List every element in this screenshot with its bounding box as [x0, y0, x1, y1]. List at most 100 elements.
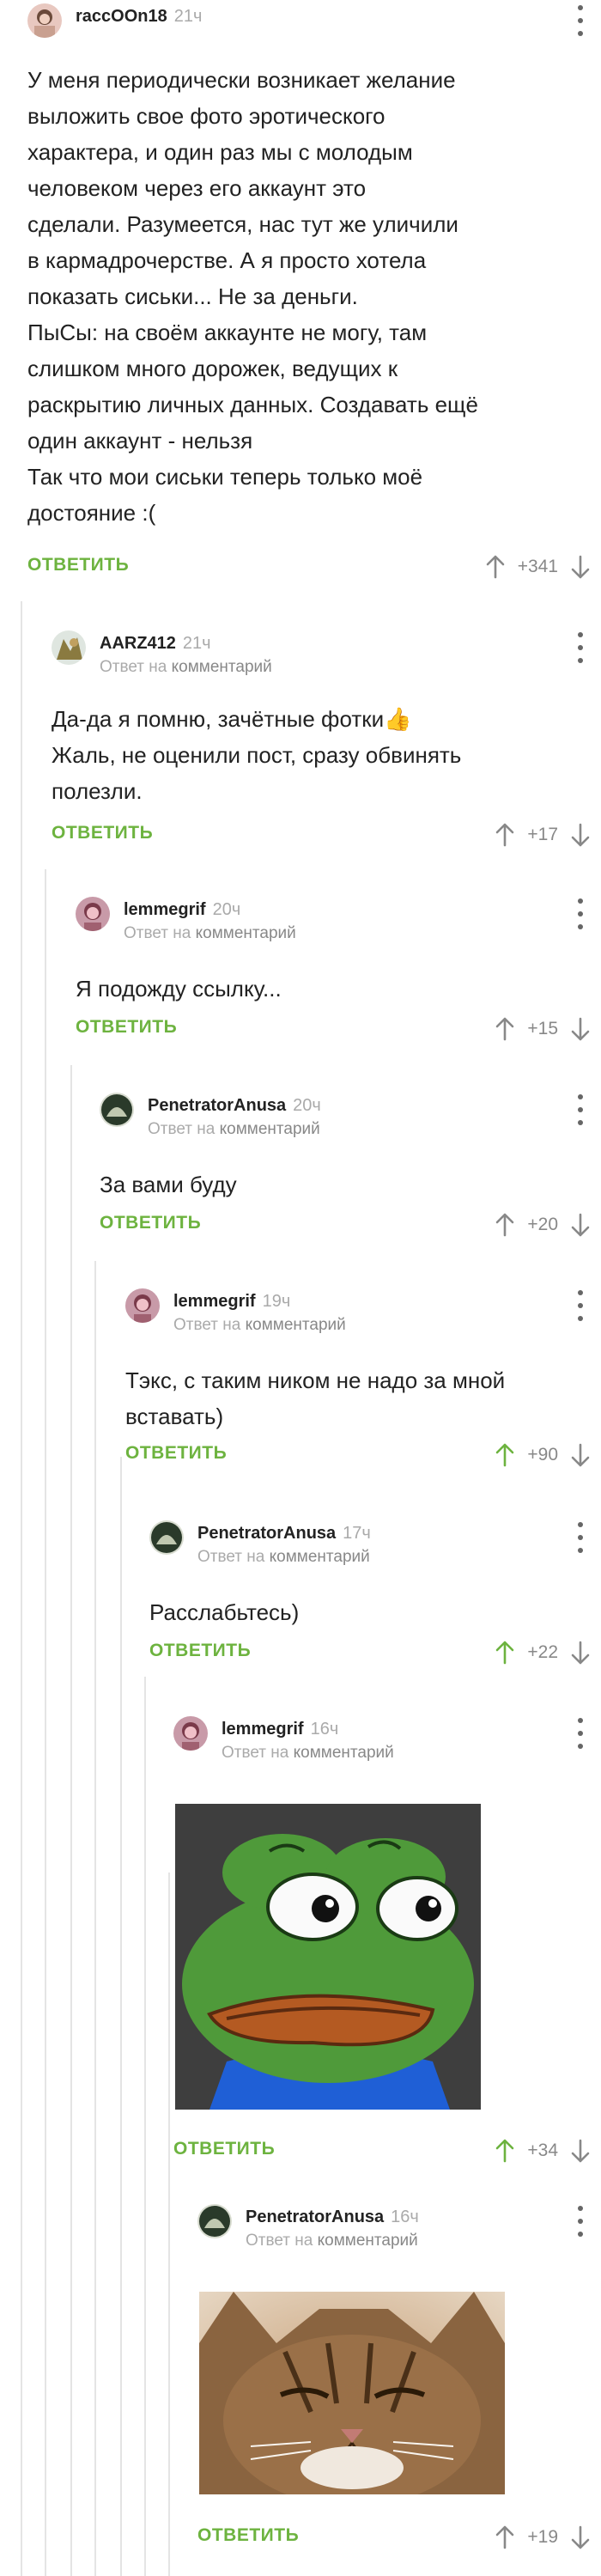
more-options-icon[interactable] [574, 5, 587, 36]
more-options-icon[interactable] [574, 1094, 587, 1125]
rating: +34 [527, 2141, 558, 2160]
more-options-icon[interactable] [574, 632, 587, 663]
more-options-icon[interactable] [574, 1718, 587, 1749]
reply-button[interactable]: ОТВЕТИТЬ [173, 2139, 275, 2159]
comment: AARZ412 21ч Ответ на комментарий Да-да я … [52, 627, 601, 850]
timestamp: 16ч [310, 1720, 339, 1739]
comment: PenetratorAnusa 17ч Ответ на комментарий … [149, 1517, 601, 1680]
timestamp: 20ч [212, 900, 241, 919]
more-options-icon[interactable] [574, 898, 587, 929]
parent-comment-link[interactable]: комментарий [196, 924, 296, 942]
comment-text: Я подожду ссылку... [76, 976, 282, 1002]
comment-text: У меня периодически возникает желание выл… [27, 67, 478, 526]
parent-comment-link[interactable]: комментарий [172, 658, 272, 676]
comment: PenetratorAnusa 20ч Ответ на комментарий … [100, 1089, 601, 1252]
downvote-icon[interactable] [570, 555, 591, 579]
comment-text: Тэкс, с таким ником не надо за мной встав… [125, 1367, 506, 1429]
username[interactable]: raccOOn18 21ч [76, 7, 202, 27]
timestamp: 21ч [182, 634, 211, 653]
avatar[interactable] [173, 1716, 208, 1751]
username[interactable]: lemmegrif 20ч [124, 900, 240, 920]
comment: raccOOn18 21ч У меня периодически возника… [27, 0, 601, 601]
upvote-icon[interactable] [495, 823, 515, 847]
upvote-icon[interactable] [495, 1443, 515, 1467]
reply-button[interactable]: ОТВЕТИТЬ [76, 1017, 177, 1038]
downvote-icon[interactable] [570, 823, 591, 847]
timestamp: 16ч [391, 2208, 419, 2226]
comment: PenetratorAnusa 16ч Ответ на комментарий … [197, 2201, 601, 2576]
username[interactable]: PenetratorAnusa 20ч [148, 1096, 321, 1116]
parent-comment-link[interactable]: комментарий [220, 1120, 320, 1138]
username[interactable]: AARZ412 21ч [100, 634, 211, 654]
thread-line [70, 1065, 72, 2576]
comment-text: Да-да я помню, зачётные фотки👍 Жаль, не о… [52, 706, 462, 804]
avatar[interactable] [52, 630, 86, 665]
more-options-icon[interactable] [574, 1522, 587, 1553]
upvote-icon[interactable] [495, 1017, 515, 1041]
timestamp: 21ч [173, 7, 203, 26]
timestamp: 17ч [343, 1524, 371, 1543]
timestamp: 20ч [293, 1096, 321, 1115]
reply-to-label: Ответ на комментарий [124, 924, 296, 942]
parent-comment-link[interactable]: комментарий [246, 1316, 346, 1334]
avatar[interactable] [76, 897, 110, 931]
avatar[interactable] [149, 1520, 184, 1555]
comment: lemmegrif 20ч Ответ на комментарий Я подо… [76, 893, 601, 1057]
reply-button[interactable]: ОТВЕТИТЬ [149, 1641, 251, 1661]
avatar[interactable] [125, 1288, 160, 1323]
reply-to-label: Ответ на комментарий [100, 658, 272, 676]
downvote-icon[interactable] [570, 1641, 591, 1665]
username[interactable]: PenetratorAnusa 16ч [246, 2208, 419, 2227]
more-options-icon[interactable] [574, 2206, 587, 2237]
avatar[interactable] [197, 2204, 232, 2238]
parent-comment-link[interactable]: комментарий [294, 1744, 394, 1762]
reply-button[interactable]: ОТВЕТИТЬ [197, 2525, 299, 2546]
parent-comment-link[interactable]: комментарий [270, 1548, 370, 1566]
sad-frog-meme-image[interactable] [175, 1804, 481, 2110]
timestamp: 19ч [262, 1292, 291, 1311]
comment-text: За вами буду [100, 1172, 237, 1197]
downvote-icon[interactable] [570, 1017, 591, 1041]
thread-line [21, 601, 22, 2576]
username[interactable]: PenetratorAnusa 17ч [197, 1524, 371, 1544]
rating: +17 [527, 825, 558, 844]
rating: +15 [527, 1019, 558, 1038]
comment: lemmegrif 16ч Ответ на комментарий ОТВЕТИ… [173, 1713, 601, 2177]
avatar[interactable] [27, 3, 62, 38]
upvote-icon[interactable] [495, 1213, 515, 1237]
upvote-icon[interactable] [485, 555, 506, 579]
username[interactable]: lemmegrif 16ч [222, 1720, 338, 1739]
downvote-icon[interactable] [570, 1213, 591, 1237]
comment-text: Расслабьтесь) [149, 1599, 300, 1625]
reply-to-label: Ответ на комментарий [197, 1548, 370, 1566]
username[interactable]: lemmegrif 19ч [173, 1292, 290, 1312]
reply-to-label: Ответ на комментарий [246, 2232, 418, 2250]
thread-line [120, 1457, 122, 2576]
upvote-icon[interactable] [495, 1641, 515, 1665]
upvote-icon[interactable] [495, 2139, 515, 2163]
rating: +22 [527, 1642, 558, 1662]
grumpy-cat-photo-image[interactable] [199, 2292, 505, 2494]
downvote-icon[interactable] [570, 1443, 591, 1467]
avatar[interactable] [100, 1093, 134, 1127]
downvote-icon[interactable] [570, 2525, 591, 2549]
reply-to-label: Ответ на комментарий [148, 1120, 320, 1138]
thread-line [168, 1873, 170, 2576]
downvote-icon[interactable] [570, 2139, 591, 2163]
thread-line [144, 1677, 146, 2576]
thread-line [94, 1261, 96, 2576]
upvote-icon[interactable] [495, 2525, 515, 2549]
reply-to-label: Ответ на комментарий [173, 1316, 346, 1334]
more-options-icon[interactable] [574, 1290, 587, 1321]
parent-comment-link[interactable]: комментарий [318, 2232, 418, 2250]
reply-button[interactable]: ОТВЕТИТЬ [125, 1443, 227, 1464]
thread-line [45, 869, 46, 2576]
rating: +20 [527, 1215, 558, 1234]
reply-button[interactable]: ОТВЕТИТЬ [100, 1213, 201, 1233]
reply-button[interactable]: ОТВЕТИТЬ [27, 555, 129, 575]
comment: lemmegrif 19ч Ответ на комментарий Тэкс, … [125, 1285, 601, 1467]
rating: +19 [527, 2527, 558, 2547]
rating: +90 [527, 1445, 558, 1465]
reply-button[interactable]: ОТВЕТИТЬ [52, 823, 153, 843]
reply-to-label: Ответ на комментарий [222, 1744, 394, 1762]
